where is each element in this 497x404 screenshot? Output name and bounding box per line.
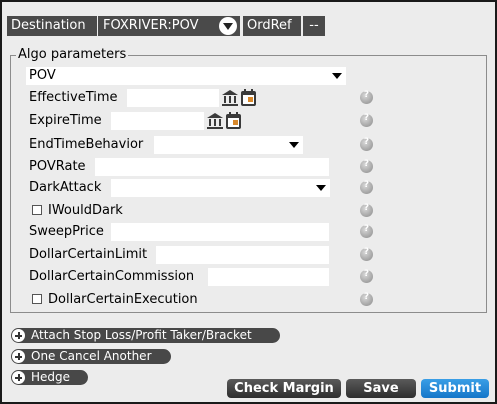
help-icon[interactable] bbox=[360, 180, 373, 194]
submit-button[interactable]: Submit bbox=[421, 379, 489, 398]
hedge-button[interactable]: Hedge bbox=[11, 370, 88, 385]
pov-rate-input[interactable] bbox=[95, 158, 329, 176]
strategy-select[interactable]: POV bbox=[26, 67, 346, 85]
one-cancel-another-button[interactable]: One Cancel Another bbox=[11, 349, 171, 364]
dollar-certain-commission-label: DollarCertainCommission bbox=[29, 269, 195, 284]
i-would-dark-checkbox[interactable] bbox=[32, 205, 42, 215]
help-icon[interactable] bbox=[360, 90, 373, 104]
dark-attack-label: DarkAttack bbox=[29, 180, 102, 195]
ordref-label: OrdRef bbox=[243, 16, 301, 36]
bank-icon[interactable] bbox=[206, 112, 224, 130]
plus-icon bbox=[12, 350, 25, 363]
attach-stop-loss-button[interactable]: Attach Stop Loss/Profit Taker/Bracket bbox=[11, 328, 280, 343]
destination-dropdown-icon[interactable] bbox=[219, 17, 237, 35]
pov-rate-label: POVRate bbox=[29, 159, 86, 174]
help-icon[interactable] bbox=[360, 292, 373, 306]
help-icon[interactable] bbox=[360, 224, 373, 238]
effective-time-label: EffectiveTime bbox=[29, 90, 118, 105]
plus-icon bbox=[12, 371, 25, 384]
dollar-certain-execution-label: DollarCertainExecution bbox=[48, 292, 198, 307]
bank-icon[interactable] bbox=[221, 89, 239, 107]
strategy-select-value: POV bbox=[29, 68, 56, 83]
dollar-certain-limit-label: DollarCertainLimit bbox=[29, 247, 148, 262]
i-would-dark-label: IWouldDark bbox=[48, 203, 123, 218]
check-margin-button[interactable]: Check Margin bbox=[227, 379, 341, 398]
end-time-behavior-label: EndTimeBehavior bbox=[29, 137, 144, 152]
plus-icon bbox=[12, 329, 25, 342]
expire-time-label: ExpireTime bbox=[29, 113, 102, 128]
ordref-value[interactable]: -- bbox=[303, 16, 325, 36]
algo-parameters-legend: Algo parameters bbox=[16, 47, 129, 62]
dark-attack-select[interactable] bbox=[111, 179, 330, 197]
help-icon[interactable] bbox=[360, 159, 373, 173]
sweep-price-input[interactable] bbox=[111, 223, 329, 241]
help-icon[interactable] bbox=[360, 137, 373, 151]
end-time-behavior-select[interactable] bbox=[154, 136, 303, 154]
chevron-down-icon bbox=[316, 185, 326, 191]
expire-time-input[interactable] bbox=[111, 112, 204, 130]
destination-label: Destination bbox=[7, 16, 97, 36]
dollar-certain-execution-checkbox[interactable] bbox=[32, 294, 42, 304]
help-icon[interactable] bbox=[360, 203, 373, 217]
effective-time-input[interactable] bbox=[127, 89, 219, 107]
dollar-certain-commission-input[interactable] bbox=[208, 268, 329, 286]
help-icon[interactable] bbox=[360, 113, 373, 127]
sweep-price-label: SweepPrice bbox=[29, 224, 104, 239]
dollar-certain-limit-input[interactable] bbox=[156, 246, 329, 264]
calendar-icon[interactable] bbox=[240, 89, 257, 107]
help-icon[interactable] bbox=[360, 269, 373, 283]
chevron-down-icon bbox=[289, 142, 299, 148]
attach-stop-loss-label: Attach Stop Loss/Profit Taker/Bracket bbox=[31, 328, 252, 342]
save-button[interactable]: Save bbox=[346, 379, 416, 398]
help-icon[interactable] bbox=[360, 247, 373, 261]
hedge-label: Hedge bbox=[31, 370, 71, 384]
one-cancel-another-label: One Cancel Another bbox=[31, 349, 152, 363]
calendar-icon[interactable] bbox=[225, 112, 242, 130]
order-window: Destination FOXRIVER:POV OrdRef -- Algo … bbox=[0, 0, 497, 404]
chevron-down-icon bbox=[332, 73, 342, 79]
